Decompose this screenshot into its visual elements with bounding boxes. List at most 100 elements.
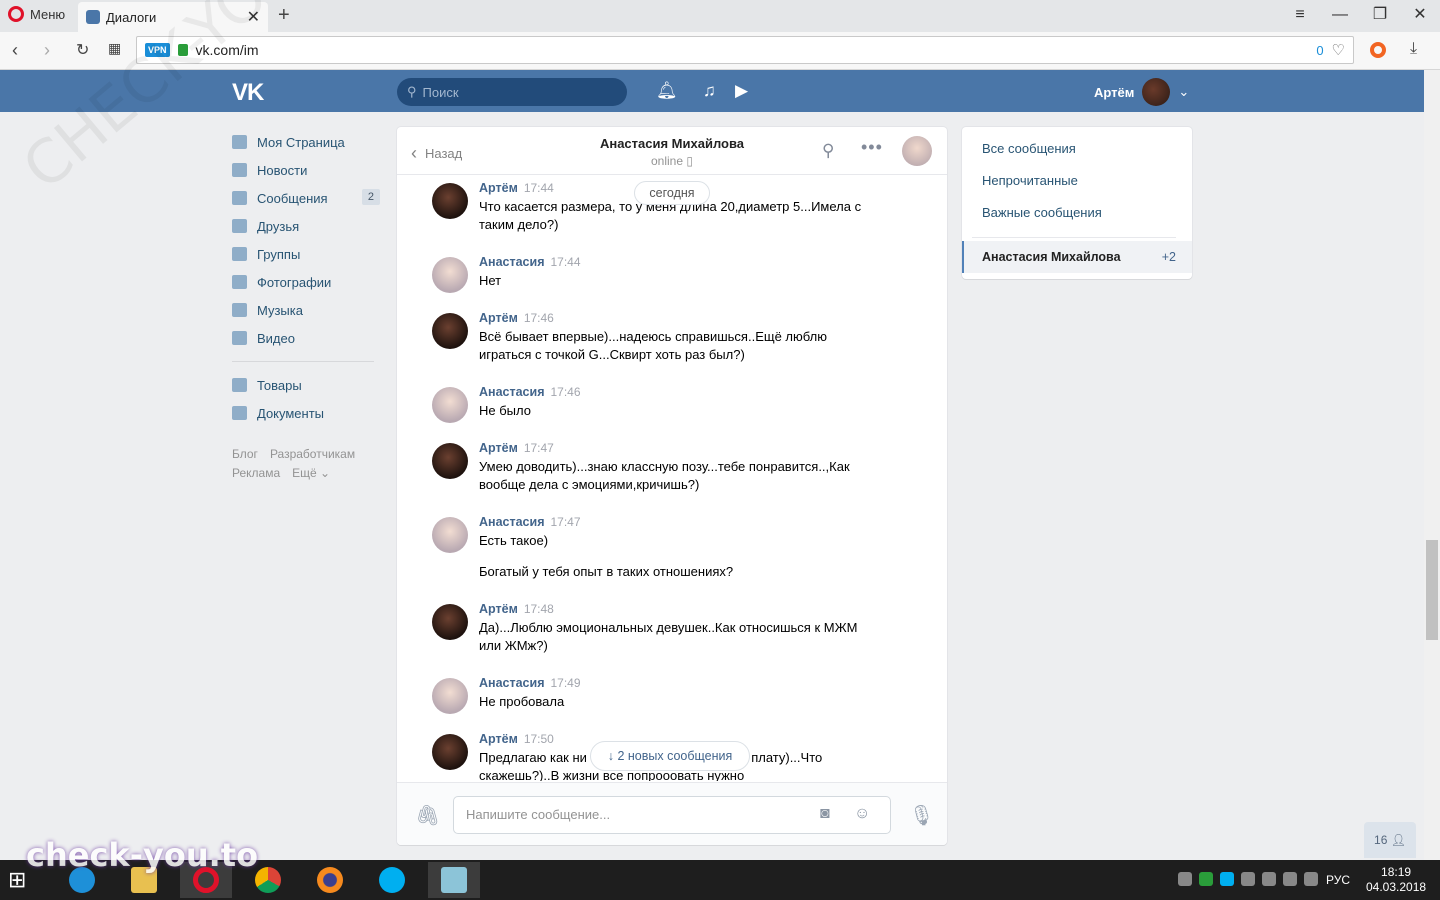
sidebar-item-documents[interactable]: Документы [232, 399, 382, 427]
avatar[interactable] [432, 734, 468, 770]
opera-logo-icon [8, 6, 24, 22]
active-dialog-item[interactable]: Анастасия Михайлова +2 [962, 241, 1192, 273]
avatar[interactable] [432, 313, 468, 349]
forward-nav-icon[interactable]: › [44, 40, 50, 61]
sidebar-item-groups[interactable]: Группы [232, 240, 382, 268]
user-menu[interactable]: Артём ⌄ [1094, 78, 1189, 106]
volume-icon[interactable] [1304, 872, 1318, 886]
skype-tray-icon[interactable] [1220, 872, 1234, 886]
skype-app[interactable] [366, 862, 418, 898]
clock[interactable]: 18:19 04.03.2018 [1366, 865, 1426, 895]
new-messages-button[interactable]: ↓ 2 новых сообщения [590, 741, 750, 771]
message-author[interactable]: Анастасия 17:44 [479, 255, 581, 269]
minimize-icon[interactable]: — [1320, 0, 1360, 32]
sidebar-item-photos[interactable]: Фотографии [232, 268, 382, 296]
more-icon[interactable]: ••• [861, 137, 883, 158]
author-name[interactable]: Анастасия [479, 676, 545, 690]
new-tab-icon[interactable]: + [278, 4, 290, 27]
sidebar-item-music[interactable]: Музыка [232, 296, 382, 324]
reload-icon[interactable]: ↻ [76, 40, 89, 60]
extension-icon[interactable] [1370, 42, 1386, 58]
bell-icon[interactable]: 🔔︎ [656, 81, 678, 101]
vpn-badge[interactable]: VPN [145, 43, 170, 57]
player-icon[interactable]: ▶ [735, 81, 748, 101]
paperclip-icon[interactable]: 🖇︎ [415, 803, 440, 828]
footer-link-developers[interactable]: Разработчикам [270, 447, 355, 461]
author-name[interactable]: Анастасия [479, 515, 545, 529]
search-icon[interactable]: ⚲ [822, 141, 834, 161]
message-author[interactable]: Анастасия 17:47 [479, 515, 581, 529]
message-author[interactable]: Артём 17:46 [479, 311, 554, 325]
avatar[interactable] [432, 257, 468, 293]
adblock-count[interactable]: 0 [1316, 43, 1323, 58]
message-author[interactable]: Артём 17:50 [479, 732, 554, 746]
avatar[interactable] [432, 678, 468, 714]
sidebar-item-video[interactable]: Видео [232, 324, 382, 352]
firefox-app[interactable] [304, 862, 356, 898]
avatar[interactable] [432, 183, 468, 219]
message-author[interactable]: Анастасия 17:49 [479, 676, 581, 690]
footer-link-ads[interactable]: Реклама [232, 466, 280, 480]
windows-start-icon[interactable]: ⊞ [8, 869, 26, 891]
avatar[interactable] [432, 387, 468, 423]
author-name[interactable]: Артём [479, 732, 518, 746]
message-author[interactable]: Анастасия 17:46 [479, 385, 581, 399]
url-text[interactable]: vk.com/im [196, 42, 1309, 58]
close-window-icon[interactable]: ✕ [1400, 0, 1440, 32]
language-indicator[interactable]: РУС [1326, 873, 1350, 887]
tray-app-icon[interactable] [1241, 872, 1255, 886]
search-input[interactable]: ⚲ Поиск [397, 78, 627, 106]
dialogs-filter-panel: Все сообщения Непрочитанные Важные сообщ… [962, 127, 1192, 279]
avatar[interactable] [432, 517, 468, 553]
message-text: Не пробовала [479, 694, 565, 709]
music-icon[interactable]: ♫ [703, 81, 716, 101]
tray-app-icon[interactable] [1178, 872, 1192, 886]
emoji-icon[interactable]: ☺ [854, 805, 870, 823]
restore-icon[interactable]: ❐ [1360, 0, 1400, 32]
speed-dial-icon[interactable]: ▦ [108, 40, 121, 57]
author-name[interactable]: Артём [479, 181, 518, 195]
chat-tray-icon[interactable] [1283, 872, 1297, 886]
scroll-thumb[interactable] [1426, 540, 1438, 640]
tabs-menu-icon[interactable]: ≡ [1280, 0, 1320, 32]
author-name[interactable]: Анастасия [479, 385, 545, 399]
opera-menu-button[interactable]: Меню [8, 6, 65, 22]
author-name[interactable]: Артём [479, 602, 518, 616]
message-author[interactable]: Артём 17:44 [479, 181, 554, 195]
online-friends-button[interactable]: 16 👤︎ [1364, 822, 1416, 858]
vk-logo[interactable]: VK [232, 79, 264, 107]
footer-link-blog[interactable]: Блог [232, 447, 258, 461]
browser-tab-dialogs[interactable]: Диалоги ✕ [78, 2, 268, 32]
page-scrollbar[interactable] [1424, 70, 1440, 860]
download-icon[interactable]: ⤓ [1410, 40, 1417, 58]
lock-icon[interactable] [177, 44, 188, 56]
avatar[interactable] [432, 443, 468, 479]
filter-all-messages[interactable]: Все сообщения [982, 141, 1076, 156]
footer-link-more[interactable]: Ещё ⌄ [292, 466, 330, 480]
message-author[interactable]: Артём 17:47 [479, 441, 554, 455]
author-name[interactable]: Артём [479, 311, 518, 325]
filter-important[interactable]: Важные сообщения [982, 205, 1102, 220]
avatar[interactable] [432, 604, 468, 640]
sidebar-item-my-page[interactable]: Моя Страница [232, 128, 382, 156]
back-nav-icon[interactable]: ‹ [12, 40, 18, 61]
url-field[interactable]: VPN vk.com/im 0 ♡ [136, 36, 1354, 64]
sidebar-item-goods[interactable]: Товары [232, 371, 382, 399]
message-list[interactable]: Артём 17:44 Что касается размера, то у ме… [397, 175, 947, 781]
sidebar-item-messages[interactable]: Сообщения 2 [232, 184, 382, 212]
message-author[interactable]: Артём 17:48 [479, 602, 554, 616]
author-name[interactable]: Анастасия [479, 255, 545, 269]
tab-close-icon[interactable]: ✕ [247, 7, 260, 27]
filter-unread[interactable]: Непрочитанные [982, 173, 1078, 188]
tray-app-icon[interactable] [1199, 872, 1213, 886]
author-name[interactable]: Артём [479, 441, 518, 455]
notepad-app[interactable] [428, 862, 480, 898]
network-icon[interactable] [1262, 872, 1276, 886]
sidebar-item-news[interactable]: Новости [232, 156, 382, 184]
firefox-icon [317, 867, 343, 893]
peer-avatar[interactable] [902, 136, 932, 166]
sidebar-item-friends[interactable]: Друзья [232, 212, 382, 240]
microphone-icon[interactable]: 🎙︎ [909, 803, 934, 828]
bookmark-heart-icon[interactable]: ♡ [1332, 41, 1345, 59]
camera-icon[interactable]: ◙ [820, 805, 830, 823]
